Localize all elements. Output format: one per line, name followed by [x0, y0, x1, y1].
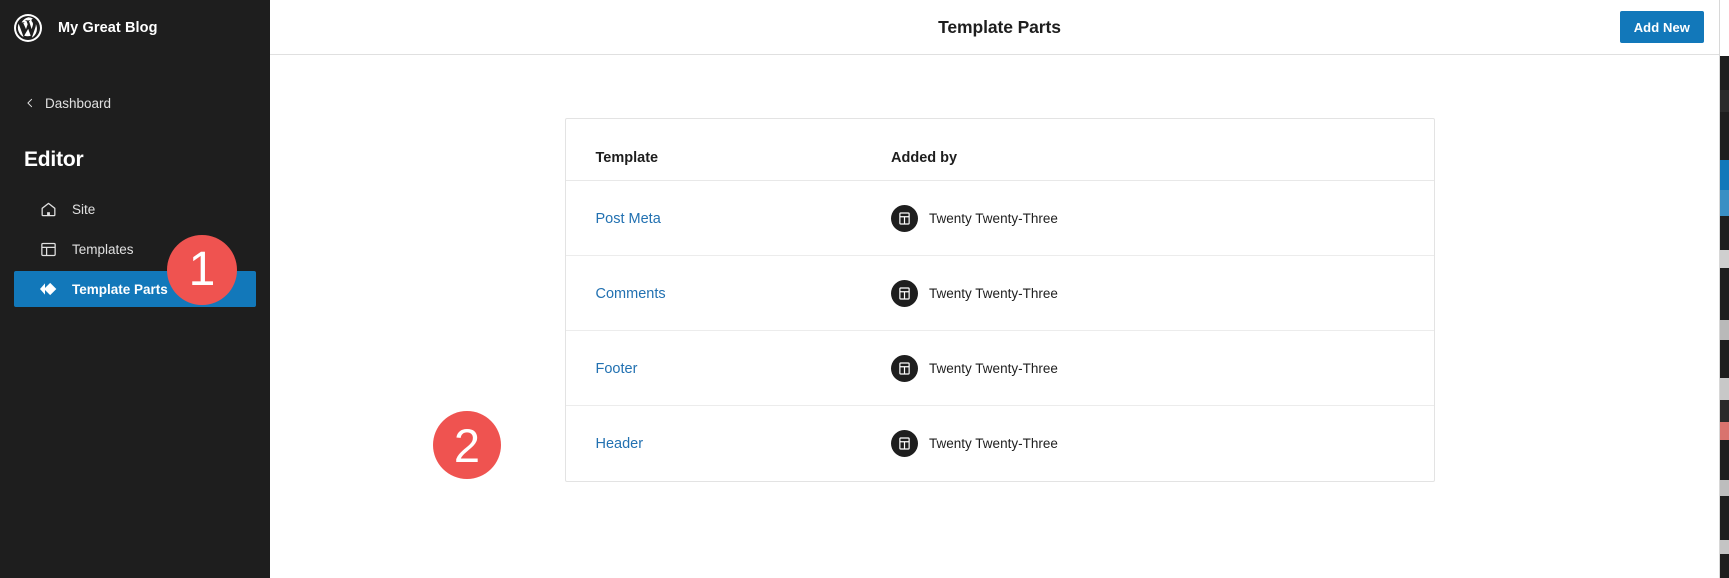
right-edge-sliver: [1719, 0, 1729, 578]
table-cell-template: Header: [566, 406, 892, 481]
site-brand[interactable]: My Great Blog: [0, 0, 270, 56]
sidebar-item-template-parts-label: Template Parts: [72, 282, 168, 297]
table-row[interactable]: Post Meta: [566, 181, 1434, 256]
annotation-badge-2: 2: [433, 411, 501, 479]
chevron-left-icon: [24, 97, 36, 109]
template-link-comments[interactable]: Comments: [596, 286, 666, 302]
topbar: Template Parts Add New: [270, 0, 1729, 55]
added-by-group: Twenty Twenty-Three: [891, 355, 1433, 382]
table-row-header[interactable]: Header Tw: [566, 406, 1434, 481]
added-by-label: Twenty Twenty-Three: [929, 436, 1058, 451]
table-cell-template: Post Meta: [566, 181, 892, 256]
table-cell-template: Comments: [566, 256, 892, 331]
table-cell-added-by: Twenty Twenty-Three: [891, 181, 1433, 256]
main-region: Template Parts Add New Template Added by: [270, 0, 1729, 578]
added-by-group: Twenty Twenty-Three: [891, 280, 1433, 307]
sidebar-item-site-label: Site: [72, 202, 95, 217]
theme-block-icon: [891, 205, 918, 232]
table-cell-added-by: Twenty Twenty-Three: [891, 256, 1433, 331]
template-parts-icon: [38, 279, 58, 299]
template-link-footer[interactable]: Footer: [596, 361, 638, 377]
table-head: Template Added by: [566, 119, 1434, 181]
added-by-label: Twenty Twenty-Three: [929, 286, 1058, 301]
table-header-row: Template Added by: [566, 119, 1434, 181]
add-new-button[interactable]: Add New: [1620, 11, 1704, 43]
back-to-dashboard-label: Dashboard: [45, 96, 111, 111]
home-icon: [38, 199, 58, 219]
page-title: Template Parts: [270, 17, 1729, 38]
theme-block-icon: [891, 430, 918, 457]
editor-heading: Editor: [0, 147, 270, 173]
table-row[interactable]: Comments: [566, 256, 1434, 331]
site-title: My Great Blog: [58, 20, 158, 36]
wordpress-logo-icon: [12, 12, 44, 44]
added-by-group: Twenty Twenty-Three: [891, 205, 1433, 232]
sidebar-item-templates-label: Templates: [72, 242, 134, 257]
table-body: Post Meta: [566, 181, 1434, 481]
theme-block-icon: [891, 280, 918, 307]
table-cell-added-by: Twenty Twenty-Three: [891, 331, 1433, 406]
template-parts-table-card: Template Added by Post Meta: [565, 118, 1435, 482]
table-cell-added-by: Twenty Twenty-Three: [891, 406, 1433, 481]
table-cell-template: Footer: [566, 331, 892, 406]
column-header-template: Template: [566, 119, 892, 181]
templates-layout-icon: [38, 239, 58, 259]
sidebar-item-site[interactable]: Site: [14, 191, 256, 227]
back-to-dashboard-link[interactable]: Dashboard: [0, 86, 270, 120]
app-root: My Great Blog Dashboard Editor Site: [0, 0, 1729, 578]
table-row[interactable]: Footer Tw: [566, 331, 1434, 406]
annotation-badge-1: 1: [167, 235, 237, 305]
column-header-added-by: Added by: [891, 119, 1433, 181]
template-link-header[interactable]: Header: [596, 436, 644, 452]
added-by-label: Twenty Twenty-Three: [929, 211, 1058, 226]
template-link-post-meta[interactable]: Post Meta: [596, 211, 661, 227]
added-by-label: Twenty Twenty-Three: [929, 361, 1058, 376]
added-by-group: Twenty Twenty-Three: [891, 430, 1433, 457]
template-parts-table: Template Added by Post Meta: [566, 119, 1434, 481]
content-area: Template Added by Post Meta: [270, 55, 1729, 578]
theme-block-icon: [891, 355, 918, 382]
